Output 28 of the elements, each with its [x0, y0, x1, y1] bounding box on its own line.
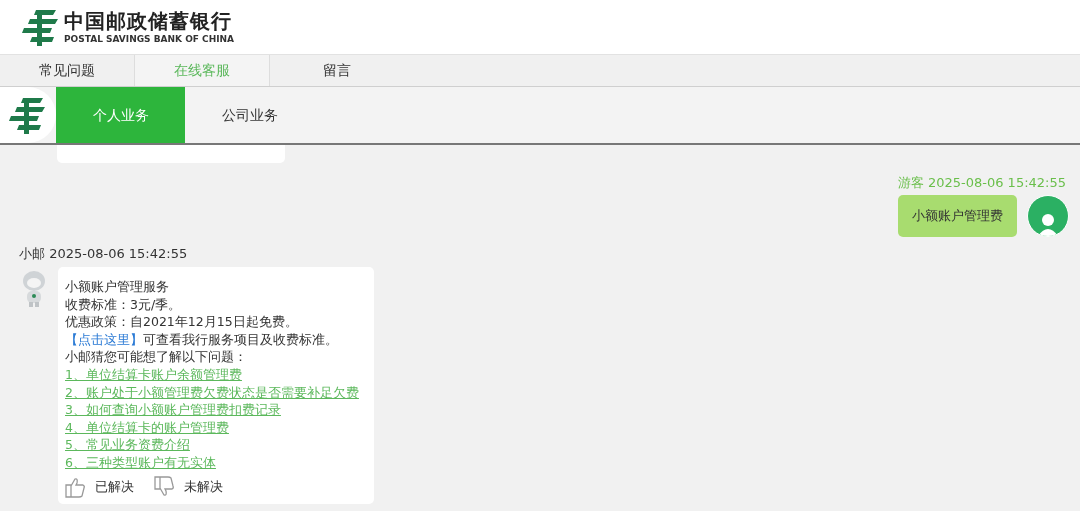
question-link[interactable]: 3、如何查询小额账户管理费扣费记录 [65, 401, 366, 419]
tab[interactable]: 个人业务 [56, 87, 185, 143]
thumbs-down-icon [154, 475, 176, 498]
tab[interactable]: 常见问题 [0, 55, 134, 86]
tab[interactable]: 公司业务 [185, 87, 314, 143]
message-text: 优惠政策：自2021年12月15日起免费。 [65, 313, 299, 331]
message-text: 小邮猜您可能想了解以下问题： [65, 348, 248, 366]
tab[interactable]: 留言 [270, 55, 404, 86]
link[interactable]: 【点击这里】 [65, 331, 143, 347]
feedback-button[interactable]: 已解决 [95, 477, 134, 496]
bank-name-english: POSTAL SAVINGS BANK OF CHINA [64, 33, 235, 45]
question-link[interactable]: 1、单位结算卡账户余额管理费 [65, 365, 366, 384]
question-link[interactable]: 5、常见业务资费介绍 [65, 436, 366, 454]
question-link[interactable]: 6、三种类型账户有无实体 [65, 453, 366, 472]
message-text: 【点击这里】可查看我行服务项目及收费标准。 [65, 330, 339, 349]
message-text: 收费标准：3元/季。 [65, 295, 183, 314]
message-bubble: 小额账户管理费 [898, 195, 1017, 237]
bank-logo-icon [9, 96, 47, 134]
thumbs-up-icon [65, 475, 87, 498]
bank-logo-icon [22, 8, 60, 46]
message-text: 小额账户管理服务 [65, 278, 170, 296]
question-link[interactable]: 2、账户处于小额管理费欠费状态是否需要补足欠费 [65, 383, 366, 402]
feedback-button[interactable]: 未解决 [184, 477, 223, 496]
sender-time: 小邮 2025-08-06 15:42:55 [19, 246, 189, 262]
tab[interactable]: 在线客服 [134, 55, 270, 86]
sender-time: 游客 2025-08-06 15:42:55 [897, 175, 1066, 191]
question-link[interactable]: 4、单位结算卡的账户管理费 [65, 418, 366, 437]
bank-name: 中国邮政储蓄银行 [64, 9, 233, 33]
